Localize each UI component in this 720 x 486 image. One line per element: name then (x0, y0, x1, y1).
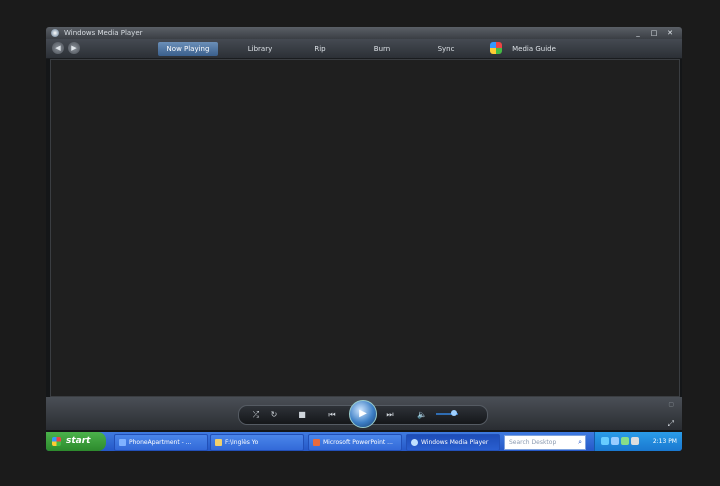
maximize-button[interactable]: □ (648, 28, 660, 38)
start-button[interactable]: start (46, 432, 106, 451)
search-desktop-input[interactable]: Search Desktop ⌕ (504, 435, 586, 450)
security-icon[interactable] (621, 437, 629, 445)
taskbar-item-folder[interactable]: F:\Inglès Yo (210, 434, 304, 451)
taskbar-item-powerpoint[interactable]: Microsoft PowerPoint ... (308, 434, 402, 451)
close-button[interactable]: ✕ (664, 28, 676, 38)
previous-button[interactable]: ⏮ (325, 406, 339, 424)
tab-sync[interactable]: Sync (432, 42, 460, 56)
media-player-icon (51, 29, 59, 37)
navigation-bar: ◀ ▶ Now Playing Library Rip Burn Sync Me… (46, 39, 682, 59)
tab-media-guide[interactable]: Media Guide (508, 42, 560, 56)
volume-tray-icon[interactable] (631, 437, 639, 445)
next-button[interactable]: ⏭ (383, 406, 397, 424)
volume-icon[interactable]: 🔈 (415, 406, 429, 424)
media-player-icon (411, 439, 418, 446)
tab-rip[interactable]: Rip (308, 42, 332, 56)
compact-mode-icon[interactable]: ▢ (668, 401, 674, 408)
volume-slider-thumb[interactable] (450, 410, 457, 416)
network-icon[interactable] (601, 437, 609, 445)
windows-logo-icon (490, 42, 502, 54)
play-button[interactable]: ▶ (349, 400, 377, 428)
title-bar[interactable]: Windows Media Player _ □ ✕ (46, 27, 682, 39)
shuffle-button[interactable]: ⤮ (249, 406, 263, 424)
minimize-button[interactable]: _ (632, 28, 644, 38)
taskbar: start PhoneApartment - ... F:\Inglès Yo … (46, 432, 682, 451)
forward-button[interactable]: ▶ (68, 42, 80, 54)
ie-icon (119, 439, 126, 446)
windows-logo-icon (52, 437, 61, 446)
window-title: Windows Media Player (64, 29, 143, 37)
taskbar-item-media-player[interactable]: Windows Media Player (406, 434, 500, 451)
search-icon[interactable]: ⌕ (578, 436, 582, 449)
tab-burn[interactable]: Burn (368, 42, 396, 56)
media-player-window: Windows Media Player _ □ ✕ ◀ ▶ Now Playi… (46, 27, 682, 451)
window-controls: _ □ ✕ (632, 27, 676, 39)
playback-control-bar: ▢ ⤮ ↻ ■ ⏮ ⏭ 🔈 ▶ ⤢ (46, 397, 682, 430)
bluetooth-icon[interactable] (611, 437, 619, 445)
fullscreen-icon[interactable]: ⤢ (668, 419, 674, 429)
powerpoint-icon (313, 439, 320, 446)
clock: 2:13 PM (652, 438, 677, 445)
taskbar-item-phoneapartment[interactable]: PhoneApartment - ... (114, 434, 208, 451)
system-tray: 2:13 PM (594, 432, 682, 451)
tab-now-playing[interactable]: Now Playing (158, 42, 218, 56)
repeat-button[interactable]: ↻ (267, 406, 281, 424)
tab-library[interactable]: Library (242, 42, 278, 56)
back-button[interactable]: ◀ (52, 42, 64, 54)
folder-icon (215, 439, 222, 446)
stop-button[interactable]: ■ (295, 406, 309, 424)
video-display[interactable] (50, 59, 680, 397)
